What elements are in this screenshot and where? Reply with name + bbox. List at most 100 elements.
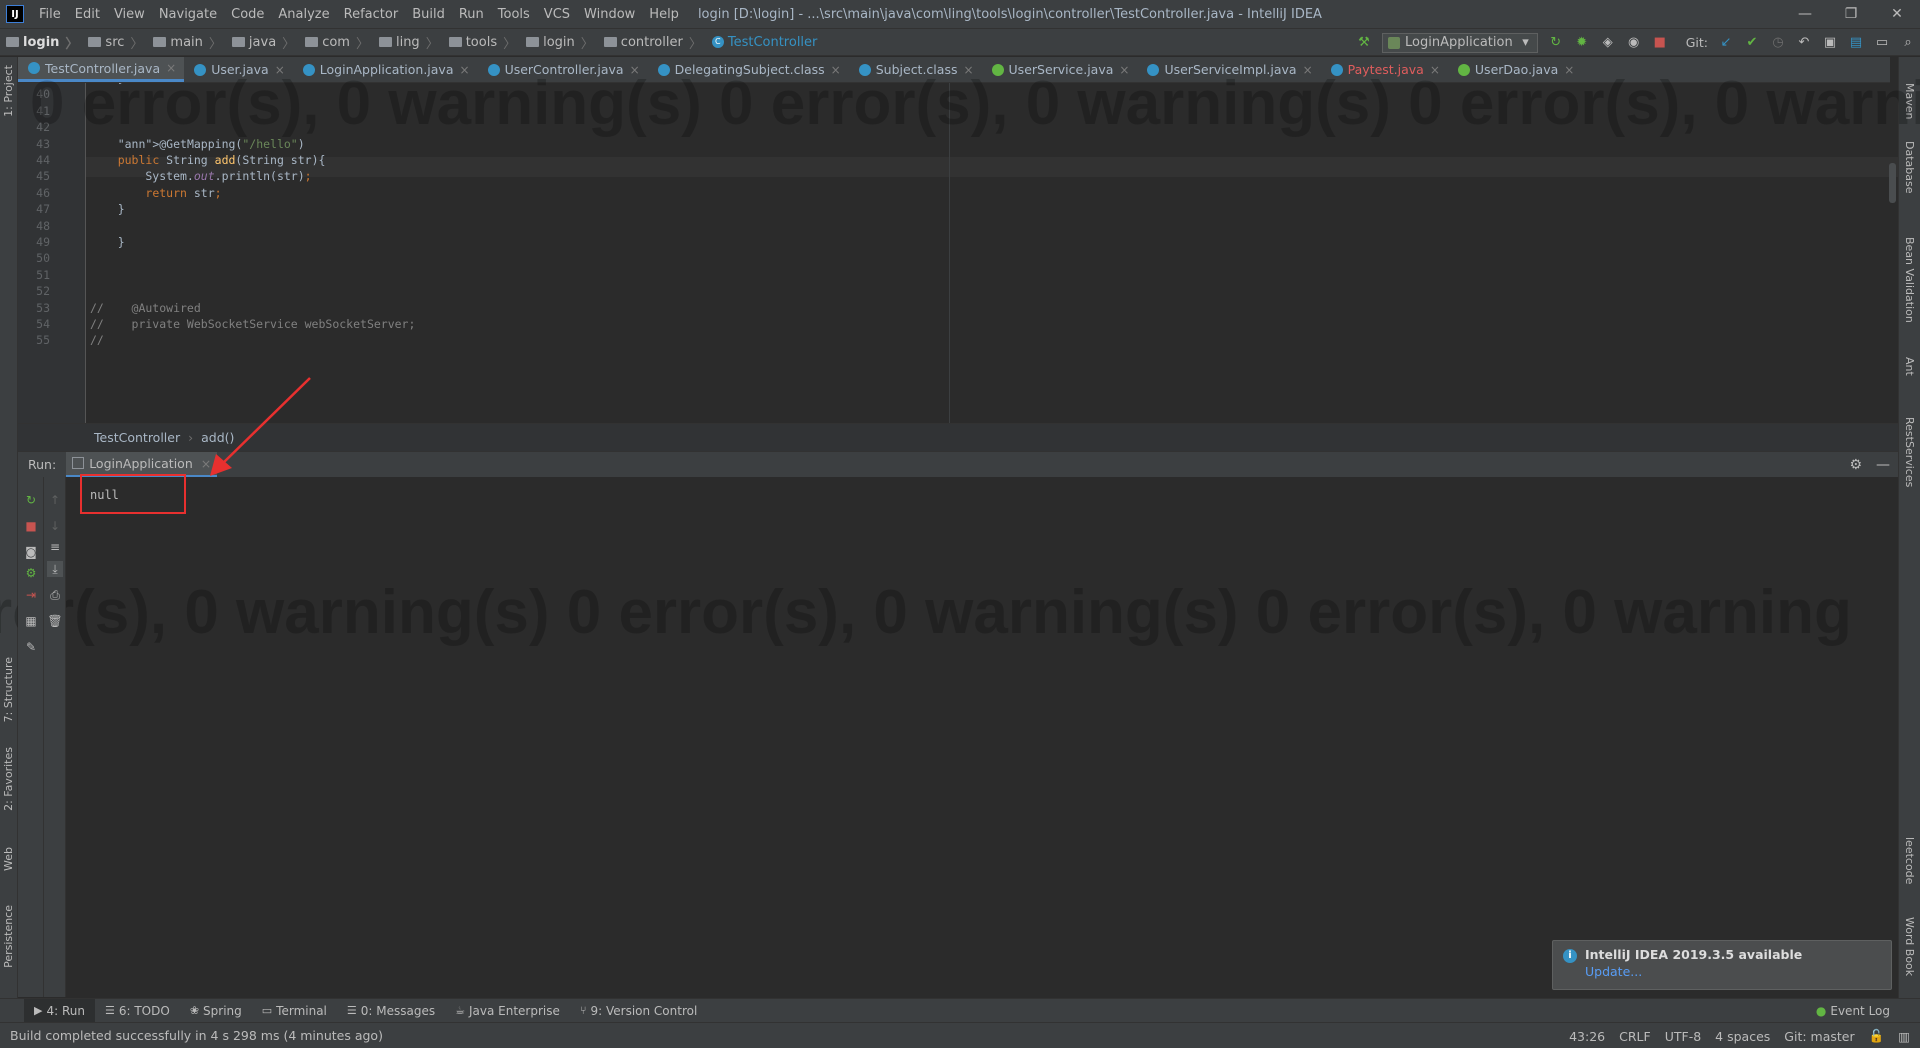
- persistence-tool-button[interactable]: Persistence: [2, 905, 15, 968]
- file-encoding[interactable]: UTF-8: [1665, 1029, 1701, 1044]
- scroll-to-end-icon[interactable]: ⤓: [47, 561, 63, 577]
- breadcrumb-item[interactable]: src 〉: [82, 33, 147, 52]
- restore-layout-icon[interactable]: ⚙: [23, 565, 39, 581]
- editor-tab[interactable]: UserService.java ×: [982, 57, 1138, 82]
- exit-icon[interactable]: ⇥: [23, 587, 39, 603]
- web-tool-button[interactable]: Web: [2, 847, 15, 871]
- breadcrumb-item[interactable]: tools 〉: [443, 33, 520, 52]
- layout-icon[interactable]: ▭: [1874, 35, 1890, 51]
- menu-run[interactable]: Run: [452, 7, 491, 22]
- profile-icon[interactable]: ◉: [1626, 35, 1642, 51]
- hide-panel-icon[interactable]: —: [1876, 457, 1890, 473]
- lock-icon[interactable]: 🔓: [1869, 1028, 1885, 1044]
- menu-view[interactable]: View: [107, 7, 152, 22]
- git-update-icon[interactable]: ↙: [1718, 35, 1734, 51]
- close-tab-icon[interactable]: ×: [963, 63, 973, 77]
- close-tab-icon[interactable]: ×: [166, 61, 176, 75]
- breadcrumb-item[interactable]: controller 〉: [598, 33, 706, 52]
- down-arrow-icon[interactable]: ↓: [47, 518, 63, 534]
- maximize-button[interactable]: ❐: [1828, 0, 1874, 28]
- breadcrumb-item[interactable]: com 〉: [299, 33, 373, 52]
- tool-window-button[interactable]: ▭ Terminal: [252, 999, 337, 1023]
- editor-tab[interactable]: Subject.class ×: [849, 57, 982, 82]
- database-tool-button[interactable]: Database: [1903, 141, 1916, 194]
- close-tab-icon[interactable]: ×: [275, 63, 285, 77]
- breadcrumb-class[interactable]: TestController: [94, 430, 180, 445]
- editor-tab[interactable]: User.java ×: [184, 57, 293, 82]
- settings-gear-icon[interactable]: ⚙: [1849, 457, 1862, 473]
- close-tab-icon[interactable]: ×: [1564, 63, 1574, 77]
- breadcrumb-item[interactable]: main 〉: [147, 33, 226, 52]
- breadcrumb-item[interactable]: C TestController: [706, 35, 822, 50]
- breadcrumb-item[interactable]: login 〉: [520, 33, 598, 52]
- caret-position[interactable]: 43:26: [1569, 1029, 1605, 1044]
- build-hammer-icon[interactable]: ⚒: [1356, 35, 1372, 51]
- run-configuration-select[interactable]: LoginApplication: [1382, 32, 1538, 53]
- menu-analyze[interactable]: Analyze: [271, 7, 336, 22]
- menu-refactor[interactable]: Refactor: [337, 7, 406, 22]
- git-history-icon[interactable]: ◷: [1770, 35, 1786, 51]
- coverage-icon[interactable]: ◈: [1600, 35, 1616, 51]
- layout-icon[interactable]: ▦: [23, 613, 39, 629]
- trash-icon[interactable]: 🗑: [47, 613, 63, 629]
- close-tab-icon[interactable]: ×: [831, 63, 841, 77]
- editor-tab[interactable]: UserDao.java ×: [1448, 57, 1582, 82]
- editor-tab[interactable]: Paytest.java ×: [1321, 57, 1448, 82]
- breadcrumb-item[interactable]: java 〉: [226, 33, 299, 52]
- scrollbar-thumb[interactable]: [1889, 163, 1896, 203]
- editor-tab[interactable]: LoginApplication.java ×: [293, 57, 478, 82]
- tool-window-button[interactable]: ☕ Java Enterprise: [445, 999, 570, 1023]
- editor-tab[interactable]: UserController.java ×: [478, 57, 648, 82]
- tool-window-button[interactable]: ⑂ 9: Version Control: [570, 999, 707, 1023]
- rerun-icon[interactable]: ↻: [23, 492, 39, 508]
- tool-window-button[interactable]: ❀ Spring: [180, 999, 252, 1023]
- ant-tool-button[interactable]: Ant: [1903, 357, 1916, 376]
- tool-window-button[interactable]: ☰ 6: TODO: [95, 999, 180, 1023]
- close-tab-icon[interactable]: ×: [1119, 63, 1129, 77]
- leetcode-tool-button[interactable]: leetcode: [1903, 837, 1916, 884]
- plugin-icon[interactable]: ▤: [1848, 35, 1864, 51]
- memory-icon[interactable]: ▥: [1898, 1029, 1910, 1044]
- menu-build[interactable]: Build: [405, 7, 452, 22]
- project-structure-icon[interactable]: ▣: [1822, 35, 1838, 51]
- project-tool-button[interactable]: 1: Project: [2, 65, 15, 117]
- editor-tab[interactable]: UserServiceImpl.java ×: [1137, 57, 1320, 82]
- word-book-tool-button[interactable]: Word Book: [1903, 917, 1916, 976]
- menu-vcs[interactable]: VCS: [537, 7, 577, 22]
- maven-tool-button[interactable]: Maven: [1903, 83, 1916, 119]
- event-log-button[interactable]: ● Event Log: [1816, 999, 1890, 1023]
- menu-file[interactable]: File: [32, 7, 68, 22]
- update-link[interactable]: Update...: [1585, 964, 1881, 979]
- editor-scrollbar[interactable]: [1886, 83, 1898, 423]
- close-window-button[interactable]: ✕: [1874, 0, 1920, 28]
- up-arrow-icon[interactable]: ↑: [47, 492, 63, 508]
- menu-navigate[interactable]: Navigate: [152, 7, 224, 22]
- menu-help[interactable]: Help: [642, 7, 686, 22]
- git-branch[interactable]: Git: master: [1784, 1029, 1854, 1044]
- restservices-tool-button[interactable]: RestServices: [1903, 417, 1916, 487]
- menu-tools[interactable]: Tools: [491, 7, 537, 22]
- breadcrumb-item[interactable]: login 〉: [0, 33, 82, 52]
- print-icon[interactable]: ⎙: [47, 587, 63, 603]
- soft-wrap-icon[interactable]: ≡: [47, 539, 63, 555]
- structure-tool-button[interactable]: 7: Structure: [2, 657, 15, 722]
- pin-icon[interactable]: ✎: [23, 639, 39, 655]
- minimize-button[interactable]: —: [1782, 0, 1828, 28]
- debug-icon[interactable]: ✹: [1574, 35, 1590, 51]
- tool-window-button[interactable]: ☰ 0: Messages: [337, 999, 445, 1023]
- menu-edit[interactable]: Edit: [68, 7, 107, 22]
- stop-icon[interactable]: ■: [1652, 35, 1668, 51]
- editor-tab[interactable]: TestController.java ×: [18, 57, 185, 82]
- bean-validation-tool-button[interactable]: Bean Validation: [1903, 237, 1916, 323]
- menu-window[interactable]: Window: [577, 7, 642, 22]
- git-commit-icon[interactable]: ✔: [1744, 35, 1760, 51]
- close-tab-icon[interactable]: ×: [630, 63, 640, 77]
- rerun-icon[interactable]: ↻: [1548, 35, 1564, 51]
- close-tab-icon[interactable]: ×: [1430, 63, 1440, 77]
- close-tab-icon[interactable]: ×: [1303, 63, 1313, 77]
- favorites-tool-button[interactable]: 2: Favorites: [2, 747, 15, 811]
- close-tab-icon[interactable]: ×: [460, 63, 470, 77]
- camera-icon[interactable]: ◙: [23, 544, 39, 560]
- menu-code[interactable]: Code: [224, 7, 271, 22]
- tool-window-button[interactable]: ▶ 4: Run: [24, 998, 95, 1023]
